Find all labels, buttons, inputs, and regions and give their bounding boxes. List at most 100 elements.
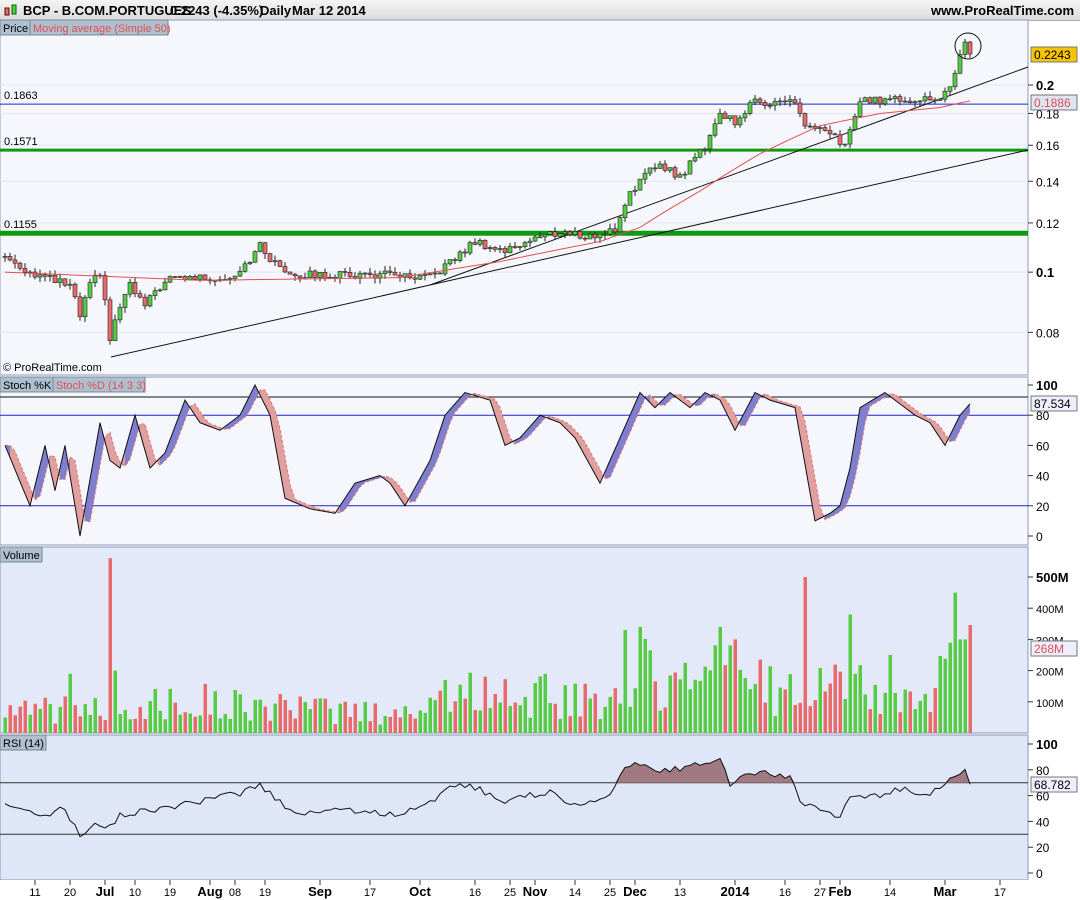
volume-bar (268, 720, 272, 733)
candle (57, 278, 63, 283)
volume-bar (3, 717, 7, 733)
volume-bar (843, 699, 847, 733)
candle (47, 275, 53, 277)
candle (362, 272, 368, 275)
candle (732, 115, 738, 126)
volume-bar (178, 714, 182, 733)
candle (32, 271, 38, 278)
candle (472, 242, 478, 245)
candle (962, 41, 968, 55)
candle (102, 275, 108, 301)
volume-bar (508, 705, 512, 733)
candle (807, 125, 813, 128)
candle (682, 173, 688, 176)
candle (392, 272, 398, 276)
candle (52, 275, 58, 283)
volume-bar (128, 719, 132, 733)
volume-bar (613, 688, 617, 733)
candle (892, 96, 898, 100)
candle (307, 270, 313, 279)
volume-bar (923, 693, 927, 733)
candle (602, 233, 608, 236)
candle (872, 96, 878, 104)
volume-bar (173, 702, 177, 733)
candle (532, 236, 538, 242)
candle (17, 262, 23, 269)
volume-bar (773, 716, 777, 733)
candle (667, 167, 673, 171)
x-tick-label: 25 (504, 887, 516, 899)
volume-bar (813, 700, 817, 733)
volume-bar (373, 703, 377, 733)
volume-bar (778, 687, 782, 733)
candle (172, 276, 178, 278)
volume-bar (113, 670, 117, 733)
candle (417, 275, 423, 280)
candle (622, 204, 628, 218)
volume-bar (908, 691, 912, 733)
candle (512, 246, 518, 248)
volume-bar (938, 655, 942, 733)
volume-bar (853, 673, 857, 733)
chart-area[interactable]: 0.080.10.120.140.160.180.20.18630.15710.… (0, 0, 1080, 900)
x-tick-label: 11 (29, 887, 40, 899)
candle (427, 273, 433, 276)
volume-bar (783, 689, 787, 733)
volume-bar (618, 703, 622, 733)
volume-bar (533, 683, 537, 733)
volume-bar (868, 709, 872, 733)
candle (137, 293, 143, 298)
candle (537, 236, 543, 239)
volume-bar (233, 689, 237, 733)
volume-bar (148, 700, 152, 733)
volume-bar (153, 688, 157, 733)
last-price-label: 0.2243 (1034, 48, 1071, 62)
volume-bar (38, 708, 42, 733)
volume-bar (708, 670, 712, 733)
candle (722, 112, 728, 119)
x-tick-label: Oct (409, 884, 431, 899)
volume-bar (348, 716, 352, 733)
candle (517, 246, 523, 248)
volume-bar (353, 703, 357, 733)
candle (237, 270, 243, 277)
stoch-tick-label: 0 (1036, 530, 1043, 544)
volume-bar (428, 697, 432, 733)
candle (862, 97, 868, 103)
candle (927, 96, 933, 101)
candle (462, 251, 468, 254)
volume-bar (108, 558, 112, 733)
volume-bar (278, 694, 282, 733)
volume-bar (698, 680, 702, 733)
x-tick-label: Sep (308, 884, 332, 899)
rsi-tick-label: 80 (1036, 764, 1050, 778)
candle (107, 299, 113, 341)
volume-bar (653, 681, 657, 733)
candle (697, 149, 703, 158)
volume-bar (723, 665, 727, 733)
stoch-tick-label: 100 (1036, 378, 1058, 393)
volume-bar (338, 703, 342, 733)
volume-bar (418, 710, 422, 733)
candle (232, 275, 238, 279)
volume-bar (538, 676, 542, 733)
legend-ma: Moving average (Simple 50) (33, 23, 171, 35)
volume-bar (663, 707, 667, 733)
candle (857, 101, 863, 117)
rsi-value-label: 68.782 (1034, 778, 1071, 792)
volume-bar (93, 698, 97, 733)
volume-bar (308, 709, 312, 733)
candle (42, 274, 48, 277)
candle (672, 167, 678, 178)
volume-bar (213, 691, 217, 733)
volume-bar (323, 698, 327, 733)
volume-bar (263, 706, 267, 733)
candle (707, 134, 713, 150)
x-tick-label: Feb (828, 884, 851, 899)
volume-bar (673, 672, 677, 733)
candle (382, 270, 388, 274)
candle (607, 228, 613, 235)
volume-bar (48, 704, 52, 733)
candle (792, 99, 798, 104)
candle (387, 270, 393, 273)
